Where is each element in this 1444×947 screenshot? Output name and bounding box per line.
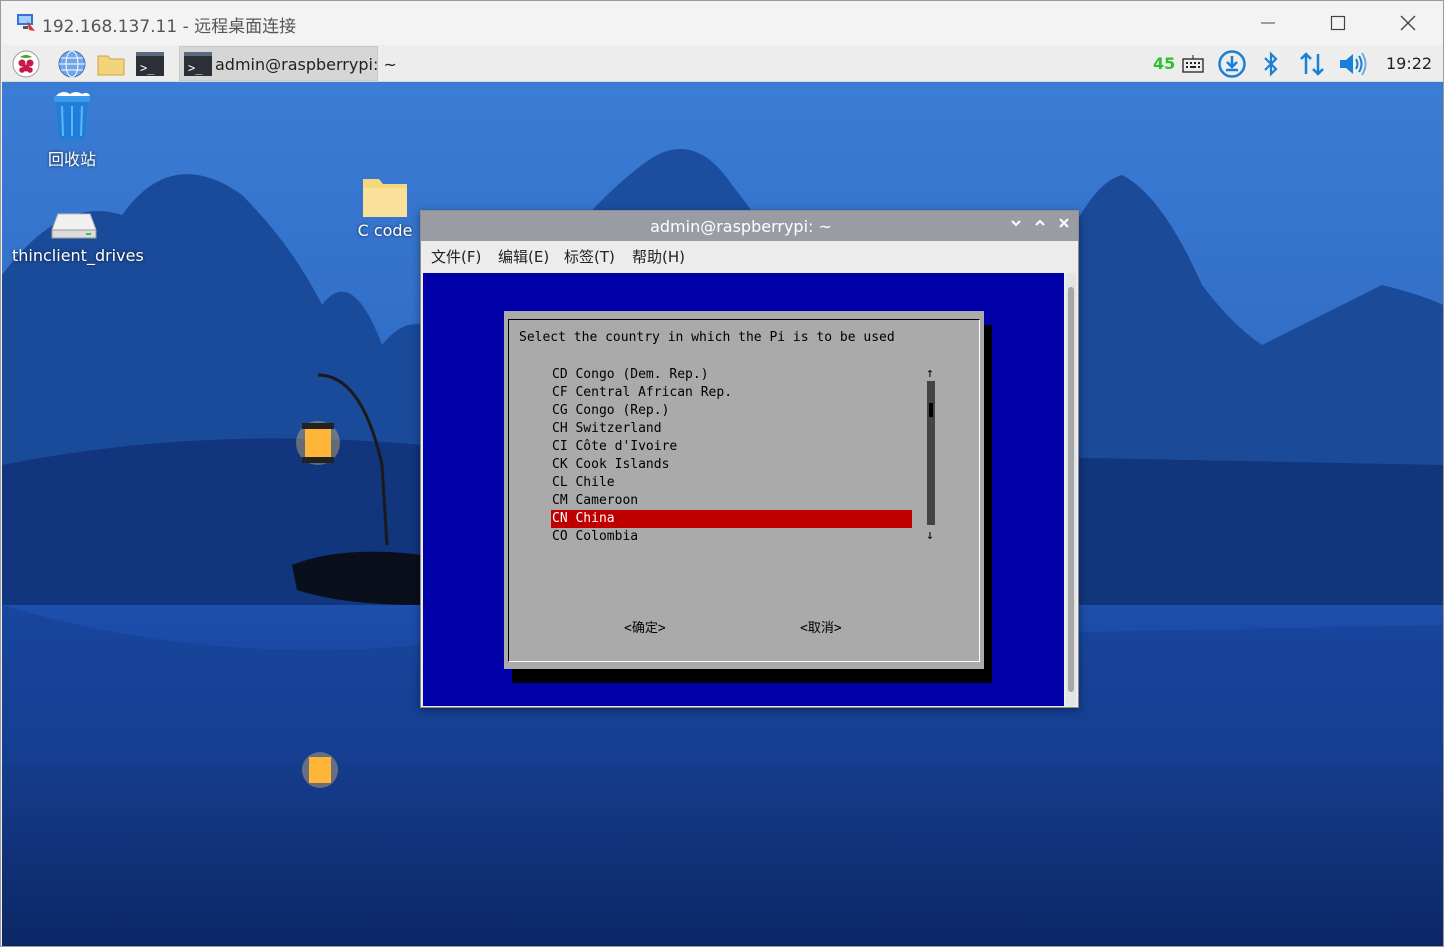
country-code: CN bbox=[552, 511, 568, 526]
country-code: CH bbox=[552, 421, 568, 436]
drive-icon bbox=[51, 213, 97, 239]
rdp-window: 192.168.137.11 - 远程桌面连接 >_ >_ admin@rasp… bbox=[0, 0, 1444, 947]
country-name: Congo (Rep.) bbox=[575, 403, 670, 418]
country-name: Chile bbox=[575, 475, 615, 490]
country-name: Switzerland bbox=[575, 421, 662, 436]
country-name: Côte d'Ivoire bbox=[575, 439, 678, 454]
tray-cpu-number: 45 bbox=[1153, 54, 1176, 73]
country-name: Cook Islands bbox=[575, 457, 670, 472]
close-icon bbox=[1400, 15, 1416, 31]
chevron-down-icon bbox=[1011, 220, 1021, 227]
terminal-launcher-icon[interactable]: >_ bbox=[135, 49, 165, 79]
terminal-title: admin@raspberrypi: ~ bbox=[650, 217, 832, 236]
download-updates-icon[interactable] bbox=[1217, 49, 1247, 79]
chevron-up-icon bbox=[1035, 219, 1045, 226]
trash-icon bbox=[54, 92, 90, 140]
list-scrollbar-thumb[interactable] bbox=[929, 403, 933, 417]
desktop-trash[interactable]: 回收站 bbox=[32, 90, 112, 170]
country-option-cm[interactable]: CM Cameroon bbox=[551, 492, 912, 510]
remote-desktop: >_ >_ admin@raspberrypi: ~ 45 19:22 回收站 … bbox=[2, 45, 1443, 946]
close-icon bbox=[1059, 218, 1069, 228]
ok-button[interactable]: <确定> bbox=[624, 617, 666, 636]
cancel-button[interactable]: <取消> bbox=[800, 617, 842, 636]
country-option-cd[interactable]: CD Congo (Dem. Rep.) bbox=[551, 366, 912, 384]
menu-help[interactable]: 帮助(H) bbox=[632, 246, 685, 267]
clock[interactable]: 19:22 bbox=[1386, 54, 1432, 73]
rdp-titlebar: 192.168.137.11 - 远程桌面连接 bbox=[1, 1, 1443, 45]
country-name: Colombia bbox=[575, 529, 639, 544]
country-option-ci[interactable]: CI Côte d'Ivoire bbox=[551, 438, 912, 456]
country-code: CK bbox=[552, 457, 568, 472]
terminal-scrollbar-thumb[interactable] bbox=[1068, 287, 1074, 692]
folder-icon bbox=[363, 179, 407, 217]
country-option-ck[interactable]: CK Cook Islands bbox=[551, 456, 912, 474]
terminal-menubar: 文件(F) 编辑(E) 标签(T) 帮助(H) bbox=[421, 241, 1078, 271]
country-name: China bbox=[575, 511, 615, 526]
terminal-maximize-button[interactable] bbox=[1031, 217, 1049, 235]
list-scroll-down-indicator: ↓ bbox=[926, 528, 934, 543]
remote-desktop-icon bbox=[17, 14, 35, 31]
terminal-close-button[interactable] bbox=[1055, 217, 1073, 235]
desktop-c-code-folder[interactable]: C code bbox=[353, 173, 417, 240]
country-code: CI bbox=[552, 439, 568, 454]
country-name: Cameroon bbox=[575, 493, 639, 508]
taskbar-terminal-task[interactable]: >_ admin@raspberrypi: ~ bbox=[179, 46, 397, 81]
country-option-ch[interactable]: CH Switzerland bbox=[551, 420, 912, 438]
country-option-cg[interactable]: CG Congo (Rep.) bbox=[551, 402, 912, 420]
menu-tabs[interactable]: 标签(T) bbox=[564, 246, 615, 267]
taskbar: >_ >_ admin@raspberrypi: ~ 45 19:22 bbox=[2, 45, 1443, 82]
country-name: Central African Rep. bbox=[575, 385, 733, 400]
desktop-trash-label: 回收站 bbox=[47, 150, 96, 169]
svg-text:>_: >_ bbox=[140, 61, 155, 75]
dialog-prompt: Select the country in which the Pi is to… bbox=[519, 330, 895, 345]
network-transfer-icon[interactable] bbox=[1298, 50, 1326, 78]
country-option-cl[interactable]: CL Chile bbox=[551, 474, 912, 492]
country-code: CG bbox=[552, 403, 568, 418]
country-code: CL bbox=[552, 475, 568, 490]
terminal-minimize-button[interactable] bbox=[1007, 217, 1025, 235]
taskbar-task-label: admin@raspberrypi: ~ bbox=[215, 55, 397, 74]
list-scrollbar[interactable] bbox=[927, 381, 935, 525]
desktop-c-code-label: C code bbox=[357, 221, 413, 240]
close-button[interactable] bbox=[1373, 1, 1443, 45]
rdp-title: 192.168.137.11 - 远程桌面连接 bbox=[42, 17, 297, 37]
country-option-co[interactable]: CO Colombia bbox=[551, 528, 912, 546]
keyboard-icon[interactable] bbox=[1182, 54, 1204, 74]
country-code: CM bbox=[552, 493, 568, 508]
maximize-button[interactable] bbox=[1303, 1, 1373, 45]
terminal-scrollbar[interactable] bbox=[1066, 273, 1076, 706]
menu-edit[interactable]: 编辑(E) bbox=[498, 246, 549, 267]
bluetooth-icon[interactable] bbox=[1260, 50, 1282, 78]
terminal-window: admin@raspberrypi: ~ 文件(F) 编辑(E) 标签(T) 帮… bbox=[420, 210, 1079, 708]
terminal-screen[interactable]: Select the country in which the Pi is to… bbox=[423, 273, 1064, 706]
country-list[interactable]: CD Congo (Dem. Rep.) CF Central African R… bbox=[551, 366, 912, 546]
terminal-titlebar[interactable]: admin@raspberrypi: ~ bbox=[421, 211, 1078, 241]
desktop-thinclient-label: thinclient_drives bbox=[12, 246, 144, 265]
country-code: CD bbox=[552, 367, 568, 382]
file-manager-icon[interactable] bbox=[96, 49, 126, 79]
maximize-icon bbox=[1330, 15, 1346, 31]
whiptail-dialog: Select the country in which the Pi is to… bbox=[504, 311, 984, 669]
volume-icon[interactable] bbox=[1338, 51, 1368, 77]
svg-text:>_: >_ bbox=[188, 61, 203, 75]
country-code: CO bbox=[552, 529, 568, 544]
country-name: Congo (Dem. Rep.) bbox=[575, 367, 709, 382]
browser-globe-icon[interactable] bbox=[57, 49, 87, 79]
country-option-cf[interactable]: CF Central African Rep. bbox=[551, 384, 912, 402]
terminal-icon: >_ bbox=[184, 52, 212, 76]
menu-file[interactable]: 文件(F) bbox=[431, 246, 481, 267]
minimize-button[interactable] bbox=[1233, 1, 1303, 45]
list-scroll-up-indicator: ↑ bbox=[926, 366, 934, 381]
desktop-thinclient-drives[interactable]: thinclient_drives bbox=[12, 208, 144, 265]
minimize-icon bbox=[1261, 22, 1275, 24]
country-code: CF bbox=[552, 385, 568, 400]
country-option-cn[interactable]: CN China bbox=[551, 510, 912, 528]
raspberry-menu-icon[interactable] bbox=[11, 49, 41, 79]
